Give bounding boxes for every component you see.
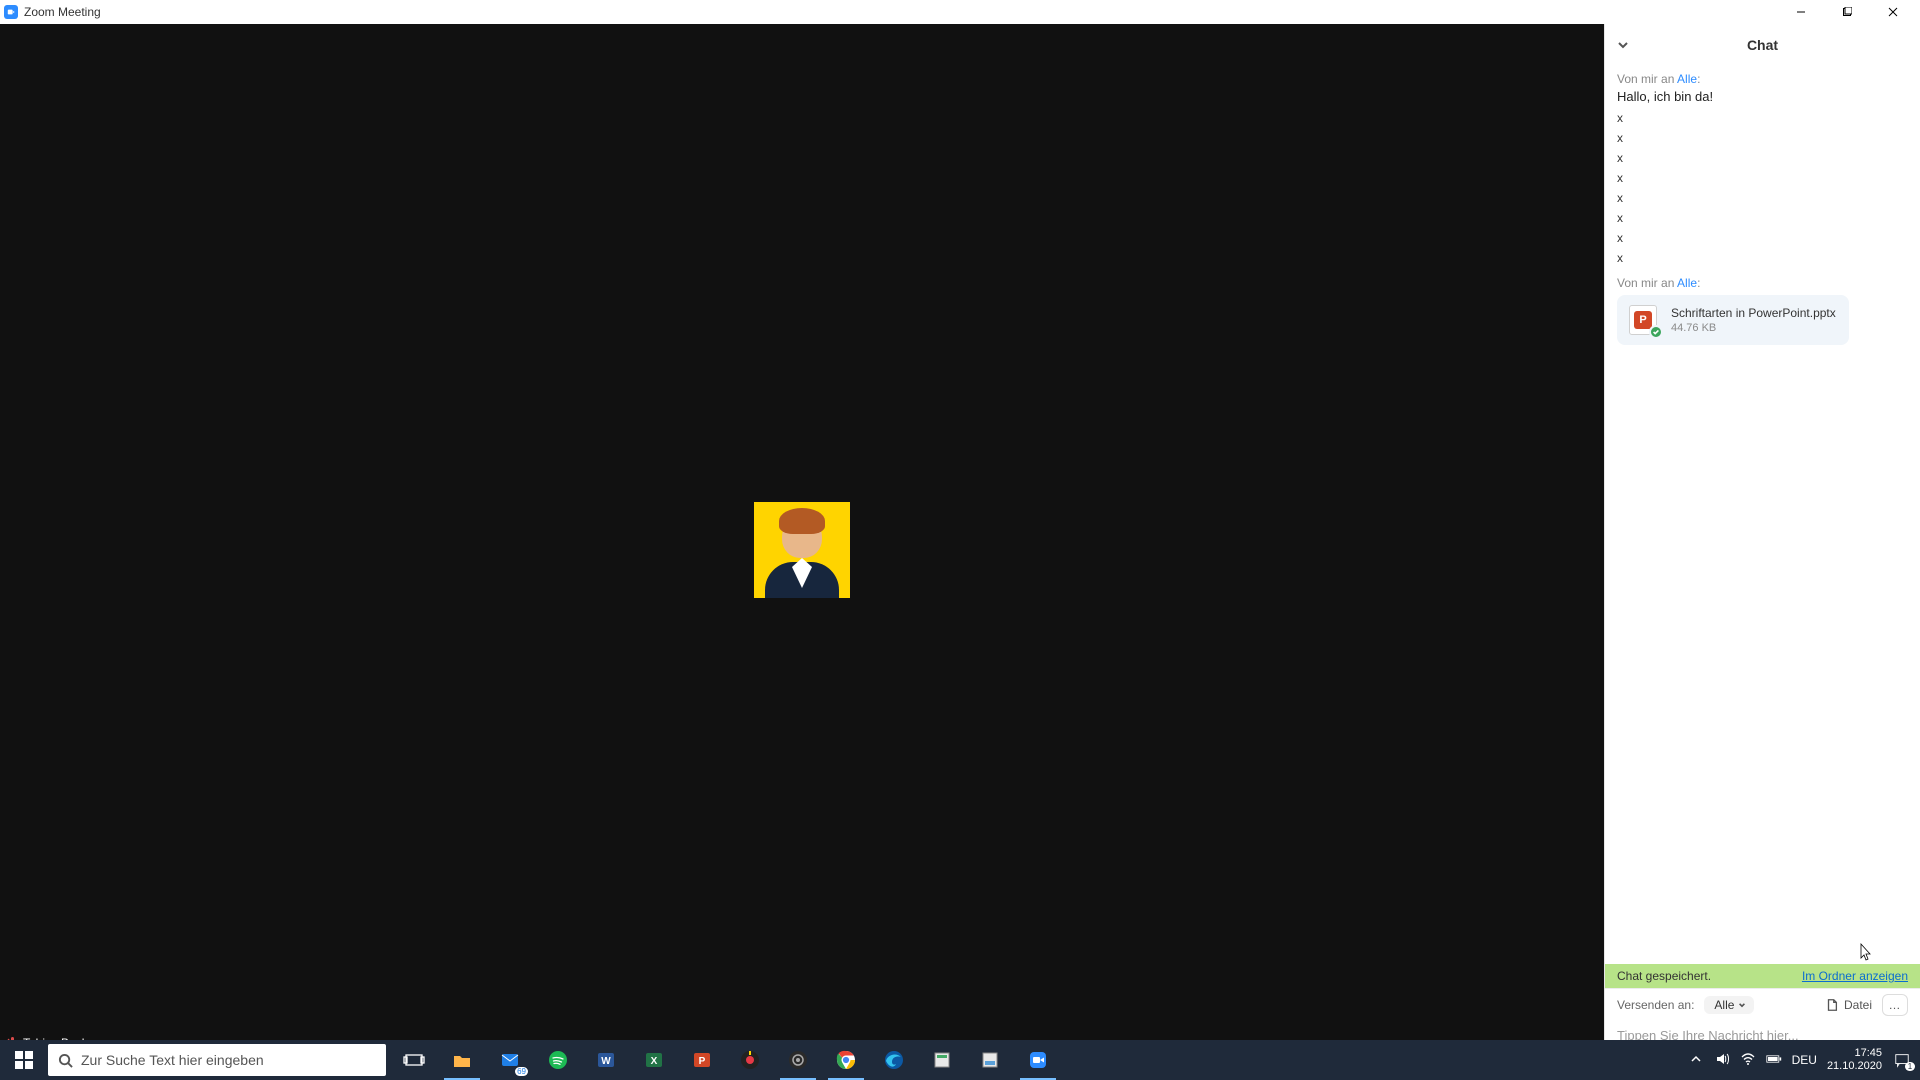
taskbar-app-excel[interactable]: X — [630, 1040, 678, 1080]
chat-more-button[interactable]: … — [1882, 994, 1908, 1016]
svg-text:W: W — [601, 1056, 611, 1067]
check-icon — [1649, 325, 1663, 339]
file-name: Schriftarten in PowerPoint.pptx — [1671, 306, 1836, 320]
taskbar-app-spotify[interactable] — [534, 1040, 582, 1080]
close-button[interactable] — [1870, 0, 1916, 24]
taskbar-app-safe-exam[interactable] — [726, 1040, 774, 1080]
file-icon: P — [1629, 305, 1659, 335]
chat-from-line: Von mir an Alle: — [1617, 276, 1908, 290]
send-to-label: Versenden an: — [1617, 998, 1694, 1012]
chat-send-row: Versenden an: Alle Datei … — [1605, 988, 1920, 1020]
taskbar-app-zoom[interactable] — [1014, 1040, 1062, 1080]
chat-collapse-button[interactable] — [1617, 38, 1629, 56]
chat-message: x — [1617, 148, 1908, 168]
chat-header: Chat — [1605, 24, 1920, 66]
tray-notifications-icon[interactable]: 1 — [1892, 1050, 1912, 1070]
chat-message: x — [1617, 248, 1908, 268]
taskbar-search[interactable]: Zur Suche Text hier eingeben — [48, 1044, 386, 1076]
taskbar-app-edge[interactable] — [870, 1040, 918, 1080]
maximize-button[interactable] — [1824, 0, 1870, 24]
minimize-button[interactable] — [1778, 0, 1824, 24]
chevron-down-icon — [1738, 1001, 1746, 1009]
chat-message: x — [1617, 188, 1908, 208]
attach-file-button[interactable]: Datei — [1825, 998, 1872, 1012]
tray-clock[interactable]: 17:45 21.10.2020 — [1827, 1047, 1882, 1073]
chat-saved-banner: Chat gespeichert. Im Ordner anzeigen — [1605, 964, 1920, 988]
title-bar: Zoom Meeting — [0, 0, 1920, 24]
chat-message: x — [1617, 128, 1908, 148]
taskbar-app-word[interactable]: W — [582, 1040, 630, 1080]
svg-text:P: P — [699, 1056, 706, 1067]
svg-text:X: X — [651, 1056, 658, 1067]
taskbar-app-generic-1[interactable] — [918, 1040, 966, 1080]
task-view-button[interactable] — [390, 1040, 438, 1080]
chat-saved-text: Chat gespeichert. — [1617, 969, 1711, 983]
tray-volume-icon[interactable] — [1714, 1051, 1730, 1070]
file-icon — [1825, 998, 1839, 1012]
tray-wifi-icon[interactable] — [1740, 1051, 1756, 1070]
video-area[interactable]: Tobias Becker — [0, 24, 1604, 1056]
chat-file-attachment[interactable]: P Schriftarten in PowerPoint.pptx 44.76 … — [1617, 295, 1849, 345]
chat-message-list[interactable]: Von mir an Alle: Hallo, ich bin da! x x … — [1605, 66, 1920, 964]
window-title: Zoom Meeting — [24, 5, 101, 19]
chat-from-line: Von mir an Alle: — [1617, 72, 1908, 86]
chat-message: Hallo, ich bin da! — [1617, 89, 1908, 104]
taskbar-app-chrome[interactable] — [822, 1040, 870, 1080]
tray-battery-icon[interactable] — [1766, 1051, 1782, 1070]
taskbar-app-mail[interactable]: 69 — [486, 1040, 534, 1080]
file-size: 44.76 KB — [1671, 322, 1836, 334]
taskbar-app-powerpoint[interactable]: P — [678, 1040, 726, 1080]
system-tray: DEU 17:45 21.10.2020 1 — [1688, 1040, 1920, 1080]
chat-title: Chat — [1747, 37, 1778, 53]
participant-avatar — [754, 502, 850, 598]
taskbar-app-obs[interactable] — [774, 1040, 822, 1080]
taskbar-app-generic-2[interactable] — [966, 1040, 1014, 1080]
tray-language[interactable]: DEU — [1792, 1053, 1817, 1067]
taskbar: Zur Suche Text hier eingeben 69 W X P — [0, 1040, 1920, 1080]
search-icon — [58, 1053, 73, 1068]
send-to-dropdown[interactable]: Alle — [1704, 996, 1754, 1014]
window-controls — [1778, 0, 1916, 24]
tray-chevron-up-icon[interactable] — [1688, 1051, 1704, 1070]
chat-message: x — [1617, 108, 1908, 128]
show-in-folder-link[interactable]: Im Ordner anzeigen — [1802, 969, 1908, 983]
chat-panel: Chat Von mir an Alle: Hallo, ich bin da!… — [1604, 24, 1920, 1056]
taskbar-app-file-explorer[interactable] — [438, 1040, 486, 1080]
search-placeholder: Zur Suche Text hier eingeben — [81, 1052, 264, 1068]
chat-message: x — [1617, 168, 1908, 188]
start-button[interactable] — [0, 1040, 48, 1080]
chat-message: x — [1617, 228, 1908, 248]
chat-message: x — [1617, 208, 1908, 228]
mail-badge: 69 — [515, 1067, 528, 1076]
zoom-app-icon — [4, 5, 18, 19]
